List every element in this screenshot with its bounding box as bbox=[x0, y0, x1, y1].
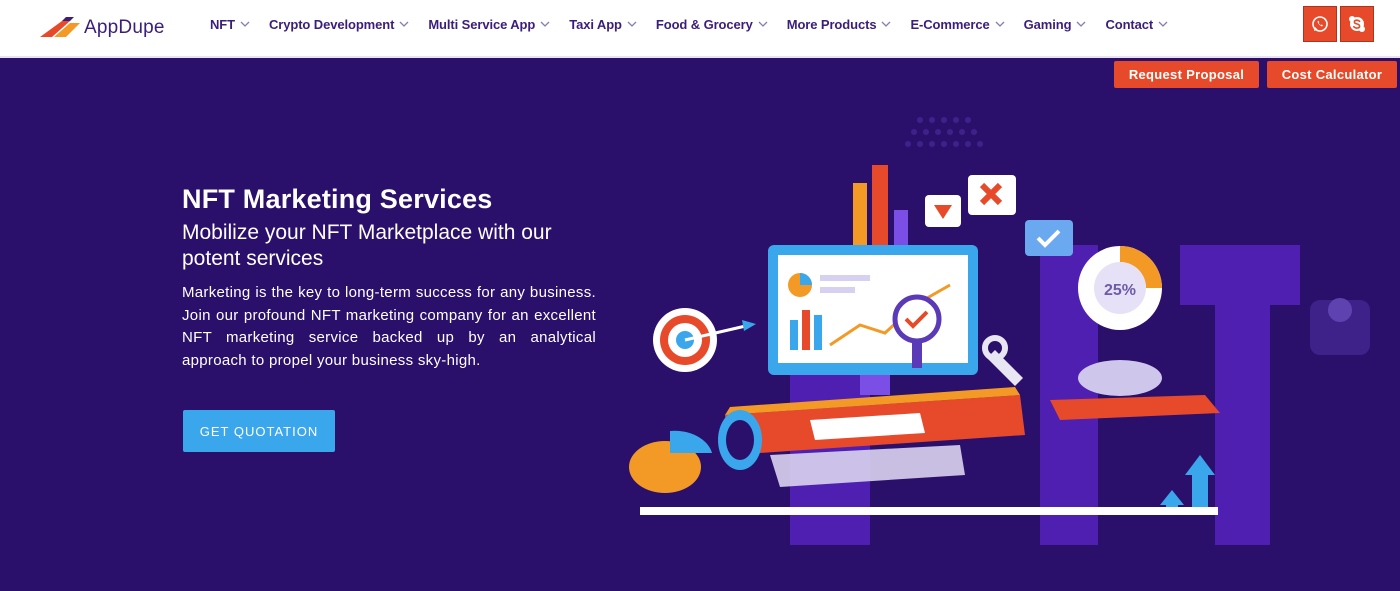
nav-item-taxi-app[interactable]: Taxi App bbox=[569, 17, 637, 32]
chevron-down-icon bbox=[399, 21, 409, 27]
chevron-down-icon bbox=[540, 21, 550, 27]
chevron-down-icon bbox=[240, 21, 250, 27]
percentage-label: 25% bbox=[1104, 282, 1136, 299]
nav-item-food-grocery[interactable]: Food & Grocery bbox=[656, 17, 768, 32]
nav-item-gaming[interactable]: Gaming bbox=[1024, 17, 1087, 32]
hero-description: Marketing is the key to long-term succes… bbox=[182, 284, 596, 369]
hero-title: NFT Marketing Services bbox=[182, 184, 493, 214]
site-header: AppDupe NFT Crypto Development Multi Servi… bbox=[0, 0, 1400, 58]
nav-item-label: Contact bbox=[1105, 16, 1154, 32]
chevron-down-icon bbox=[881, 21, 891, 27]
logo-link[interactable]: AppDupe bbox=[40, 12, 165, 44]
nav-item-crypto-development[interactable]: Crypto Development bbox=[269, 17, 409, 32]
nav-item-label: E-Commerce bbox=[910, 16, 990, 32]
chevron-down-icon bbox=[1158, 21, 1168, 27]
main-nav: NFT Crypto Development Multi Service App Ta… bbox=[210, 0, 1187, 48]
chevron-down-icon bbox=[995, 21, 1005, 27]
nav-item-nft[interactable]: NFT bbox=[210, 17, 250, 32]
get-quotation-button[interactable]: GET QUOTATION bbox=[183, 410, 335, 452]
brand-name: AppDupe bbox=[84, 17, 165, 38]
nav-item-multi-service-app[interactable]: Multi Service App bbox=[428, 17, 550, 32]
nav-item-e-commerce[interactable]: E-Commerce bbox=[910, 16, 1005, 32]
nft-marketing-illustration: 25% bbox=[629, 117, 1370, 545]
nav-item-label: Crypto Development bbox=[268, 16, 395, 32]
chevron-down-icon bbox=[1076, 21, 1086, 27]
cost-calculator-button[interactable]: Cost Calculator bbox=[1267, 61, 1397, 88]
nav-item-label: NFT bbox=[210, 16, 235, 32]
chevron-down-icon bbox=[758, 21, 768, 27]
hero-subtitle: Mobilize your NFT Marketplace with our p… bbox=[182, 221, 552, 270]
request-proposal-button[interactable]: Request Proposal bbox=[1114, 61, 1259, 88]
skype-button[interactable] bbox=[1340, 6, 1374, 42]
nav-item-more-products[interactable]: More Products bbox=[787, 17, 892, 32]
chevron-down-icon bbox=[627, 21, 637, 27]
nav-item-label: Multi Service App bbox=[428, 16, 536, 32]
nav-item-contact[interactable]: Contact bbox=[1105, 17, 1168, 32]
nav-item-label: Gaming bbox=[1023, 16, 1072, 32]
nav-item-label: Taxi App bbox=[569, 16, 622, 32]
skype-icon bbox=[1349, 16, 1365, 32]
whatsapp-icon bbox=[1312, 16, 1328, 32]
whatsapp-button[interactable] bbox=[1303, 6, 1337, 42]
nav-item-label: More Products bbox=[786, 16, 877, 32]
appdupe-logo-icon bbox=[40, 17, 80, 37]
nav-item-label: Food & Grocery bbox=[655, 16, 753, 32]
